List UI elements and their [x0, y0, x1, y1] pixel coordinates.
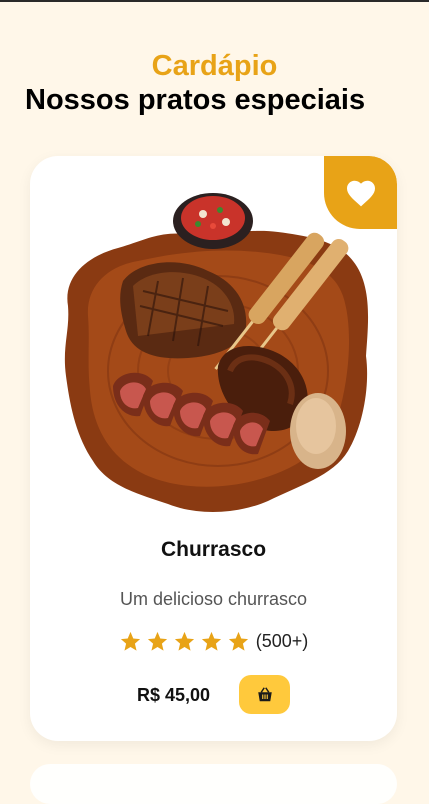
rating-count: (500+) [255, 631, 309, 651]
star-icon [228, 631, 248, 651]
star-icon [120, 631, 140, 651]
dish-card: Churrasco Um delicioso churrasco (500+) … [30, 156, 397, 741]
star-icon [201, 631, 221, 651]
shopping-basket-icon [257, 687, 272, 702]
section-subtitle: Cardápio [151, 50, 278, 82]
dish-description: Um delicioso churrasco [119, 589, 308, 609]
dish-price: R$ 45,00 [137, 685, 211, 705]
dish-image [64, 193, 369, 512]
next-dish-card [30, 764, 397, 804]
top-border [0, 0, 429, 2]
dish-name: Churrasco [160, 538, 267, 561]
section-title: Nossos pratos especiais [25, 84, 366, 116]
star-icon [174, 631, 194, 651]
rating: (500+) [30, 630, 397, 653]
add-to-cart-button[interactable] [239, 675, 290, 714]
star-icon [147, 631, 167, 651]
